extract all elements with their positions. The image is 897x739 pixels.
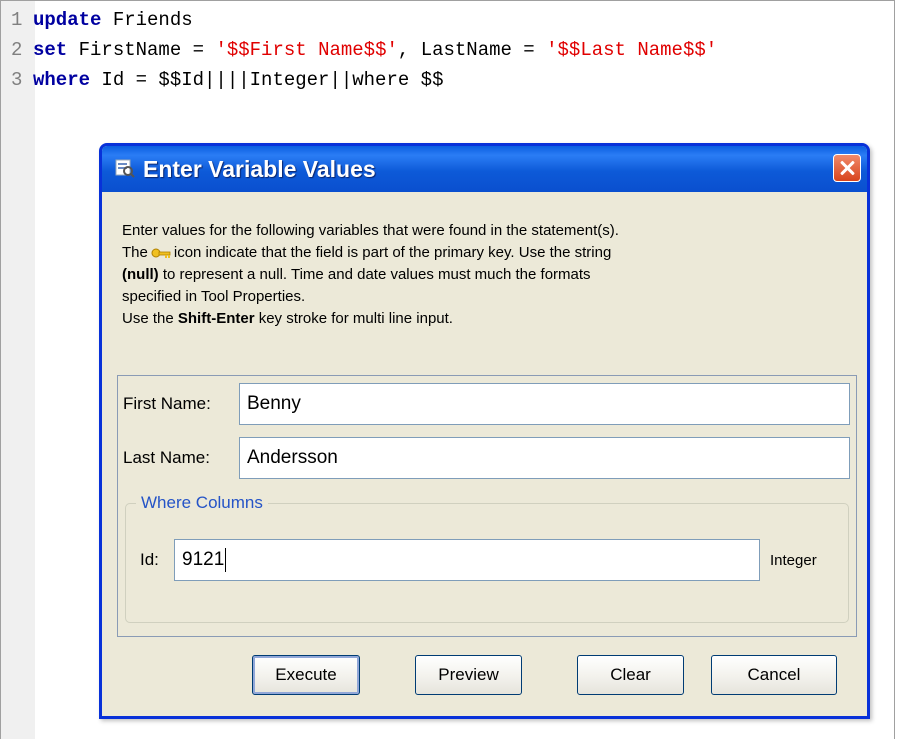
instructions-text: Enter values for the following variables… [122, 220, 842, 330]
instructions-line: The icon indicate that the field is part … [122, 242, 842, 264]
instructions-fragment: Use the [122, 310, 174, 327]
execute-button[interactable]: Execute [252, 655, 360, 695]
where-columns-legend: Where Columns [136, 492, 268, 514]
instructions-line: Use the Shift-Enter key stroke for multi… [122, 308, 842, 330]
code-text: FirstName = [67, 39, 216, 61]
instructions-fragment: to represent a null. Time and date value… [162, 266, 591, 283]
key-icon [151, 248, 171, 259]
code-line-1[interactable]: 1 update Friends [1, 5, 193, 35]
id-input[interactable]: 9121 [174, 539, 760, 581]
dialog-app-icon [115, 159, 135, 178]
code-line-3[interactable]: 3 where Id = $$Id||||Integer||where $$ [1, 65, 443, 95]
cancel-button[interactable]: Cancel [711, 655, 837, 695]
clear-button[interactable]: Clear [577, 655, 684, 695]
text-caret [225, 547, 227, 572]
instructions-fragment: The [122, 244, 148, 261]
line-number: 2 [11, 39, 23, 61]
preview-button[interactable]: Preview [415, 655, 522, 695]
where-columns-group: Where Columns Id: 9121 Integer [125, 492, 849, 623]
id-label: Id: [140, 550, 159, 569]
line-number: 3 [11, 69, 23, 91]
variables-panel: First Name: Benny Last Name: Andersson W… [117, 375, 857, 637]
dialog-titlebar[interactable]: Enter Variable Values [102, 146, 867, 192]
dialog-title: Enter Variable Values [143, 156, 376, 182]
sql-keyword: set [33, 39, 68, 61]
sql-keyword: where [33, 69, 91, 91]
code-text: Id = $$Id||||Integer||where $$ [90, 69, 444, 91]
instructions-fragment: key stroke for multi line input. [258, 310, 453, 327]
last-name-label: Last Name: [123, 448, 210, 467]
string-literal: '$$Last Name$$' [546, 39, 718, 61]
code-line-2[interactable]: 2 set FirstName = '$$First Name$$', LastN… [1, 35, 717, 65]
enter-variable-values-dialog: Enter Variable Values Enter values for t… [99, 143, 870, 719]
line-number-gutter [1, 1, 35, 739]
instructions-line: Enter values for the following variables… [122, 222, 619, 239]
code-text: , LastName = [397, 39, 547, 61]
shift-enter-token: Shift-Enter [177, 310, 255, 327]
line-number: 1 [11, 9, 23, 31]
id-type-label: Integer [770, 552, 817, 569]
instructions-line: (null) to represent a null. Time and dat… [122, 264, 842, 286]
dialog-body: Enter values for the following variables… [102, 192, 867, 716]
first-name-label: First Name: [123, 394, 211, 413]
instructions-line: specified in Tool Properties. [122, 288, 306, 305]
string-literal: '$$First Name$$' [215, 39, 398, 61]
id-input-value: 9121 [182, 549, 225, 570]
sql-keyword: update [33, 9, 102, 31]
code-text: Friends [101, 9, 193, 31]
last-name-input[interactable]: Andersson [239, 437, 850, 479]
first-name-input[interactable]: Benny [239, 383, 850, 425]
null-token: (null) [122, 266, 159, 283]
close-button[interactable] [833, 154, 861, 182]
instructions-fragment: icon indicate that the field is part of … [173, 244, 612, 261]
